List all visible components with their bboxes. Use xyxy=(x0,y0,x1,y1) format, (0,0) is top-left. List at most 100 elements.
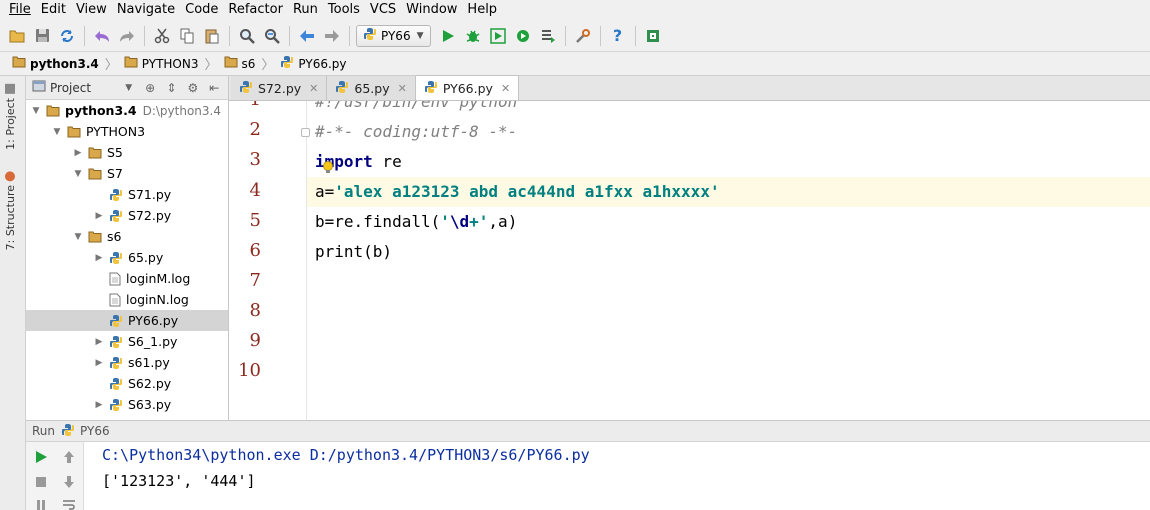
run-icon[interactable] xyxy=(437,25,459,47)
python-file-icon xyxy=(109,356,123,370)
menu-run[interactable]: Run xyxy=(288,0,323,20)
scroll-down-icon[interactable] xyxy=(60,473,78,491)
tree-item[interactable]: ▶ S63.py xyxy=(26,394,228,415)
close-icon[interactable]: ✕ xyxy=(309,82,318,95)
tree-item[interactable]: ▶ S5 xyxy=(26,142,228,163)
locate-target-icon[interactable]: ⊕ xyxy=(142,80,157,96)
menu-window[interactable]: Window xyxy=(401,0,462,20)
code-line-1: #!/usr/bin/env python xyxy=(315,101,518,111)
menu-edit[interactable]: Edit xyxy=(36,0,71,20)
collapsed-arrow-icon[interactable]: ▶ xyxy=(93,336,105,348)
expanded-arrow-icon[interactable]: ▼ xyxy=(30,105,42,117)
tree-item[interactable]: ▼ S7 xyxy=(26,163,228,184)
tree-item[interactable]: ▶ 65.py xyxy=(26,247,228,268)
concurrency-icon[interactable] xyxy=(537,25,559,47)
tree-item[interactable]: ▼ PYTHON3 xyxy=(26,121,228,142)
python-file-icon xyxy=(109,209,123,223)
expanded-arrow-icon[interactable]: ▼ xyxy=(72,168,84,180)
collapsed-arrow-icon[interactable]: ▶ xyxy=(93,399,105,411)
rerun-icon[interactable] xyxy=(32,448,50,466)
tab-structure-tool-window[interactable]: 7: Structure xyxy=(4,171,17,250)
expanded-arrow-icon[interactable]: ▼ xyxy=(51,126,63,138)
paste-icon[interactable] xyxy=(201,25,223,47)
line-number: 8 xyxy=(249,300,261,321)
structure-tool-icon xyxy=(5,171,16,181)
settings-icon[interactable] xyxy=(572,25,594,47)
cut-icon[interactable] xyxy=(151,25,173,47)
tree-item-label: S71.py xyxy=(128,187,172,202)
open-folder-icon[interactable] xyxy=(6,25,28,47)
expanded-arrow-icon[interactable]: ▼ xyxy=(72,231,84,243)
chevron-down-icon[interactable]: ▼ xyxy=(121,80,136,96)
tab-65-py[interactable]: 65.py ✕ xyxy=(327,76,416,100)
run-configuration-selector[interactable]: PY66 ▼ xyxy=(356,24,431,47)
collapsed-arrow-icon[interactable]: ▶ xyxy=(72,147,84,159)
tree-item[interactable]: ▶ s61.py xyxy=(26,352,228,373)
tree-item[interactable]: PY66.py xyxy=(26,310,228,331)
back-icon[interactable] xyxy=(296,25,318,47)
save-icon[interactable] xyxy=(31,25,53,47)
debug-icon[interactable] xyxy=(462,25,484,47)
tab-s72-py[interactable]: S72.py ✕ xyxy=(231,76,328,100)
tree-item[interactable]: ▼ python3.4 D:\python3.4 xyxy=(26,100,228,121)
copy-icon[interactable] xyxy=(176,25,198,47)
left-run-strip xyxy=(0,420,26,510)
collapsed-arrow-icon[interactable]: ▶ xyxy=(93,357,105,369)
sync-icon[interactable] xyxy=(56,25,78,47)
menu-help[interactable]: Help xyxy=(462,0,502,20)
tree-item-label: S62.py xyxy=(128,376,172,391)
run-configuration-label: PY66 xyxy=(381,28,411,43)
project-view-title[interactable]: Project xyxy=(50,81,91,95)
menu-refactor[interactable]: Refactor xyxy=(223,0,288,20)
tree-item[interactable]: ▶ S72.py xyxy=(26,205,228,226)
menu-navigate[interactable]: Navigate xyxy=(112,0,180,20)
menu-tools[interactable]: Tools xyxy=(323,0,365,20)
collapsed-arrow-icon[interactable]: ▶ xyxy=(93,210,105,222)
tree-item[interactable]: loginM.log xyxy=(26,268,228,289)
console-output-line: ['123123', '444'] xyxy=(102,472,256,490)
code-editor[interactable]: 1 2 3 4 5 6 7 8 9 10 #!/usr/bin/env pyth… xyxy=(229,101,1150,420)
tab-project-tool-window[interactable]: 1: Project xyxy=(4,84,17,150)
tree-item[interactable]: S71.py xyxy=(26,184,228,205)
tree-item[interactable]: ▼ s6 xyxy=(26,226,228,247)
python-file-icon xyxy=(109,335,123,349)
tree-item-label: python3.4 xyxy=(65,103,137,118)
hide-panel-icon[interactable]: ⇤ xyxy=(207,80,222,96)
help-icon[interactable]: ? xyxy=(607,25,629,47)
breadcrumb-item-s6[interactable]: s6 xyxy=(220,56,260,71)
collapsed-arrow-icon[interactable]: ▶ xyxy=(93,252,105,264)
profile-icon[interactable] xyxy=(512,25,534,47)
lightbulb-icon[interactable] xyxy=(322,161,334,175)
find-icon[interactable] xyxy=(236,25,258,47)
redo-icon[interactable] xyxy=(116,25,138,47)
tree-item[interactable]: S62.py xyxy=(26,373,228,394)
undo-icon[interactable] xyxy=(91,25,113,47)
tab-py66-py[interactable]: PY66.py ✕ xyxy=(415,75,520,100)
forward-icon[interactable] xyxy=(321,25,343,47)
sdk-icon[interactable] xyxy=(642,25,664,47)
run-coverage-icon[interactable] xyxy=(487,25,509,47)
breadcrumb-item-py66[interactable]: PY66.py xyxy=(276,55,350,72)
menu-view[interactable]: View xyxy=(71,0,112,20)
close-icon[interactable]: ✕ xyxy=(501,82,510,95)
tree-item[interactable]: loginN.log xyxy=(26,289,228,310)
fold-marker[interactable] xyxy=(301,128,310,137)
replace-icon[interactable] xyxy=(261,25,283,47)
toolbar-separator xyxy=(599,25,601,46)
collapse-all-icon[interactable]: ⇕ xyxy=(164,80,179,96)
pause-icon[interactable] xyxy=(32,496,50,510)
close-icon[interactable]: ✕ xyxy=(398,82,407,95)
menu-vcs[interactable]: VCS xyxy=(365,0,401,20)
stop-icon[interactable] xyxy=(32,473,50,491)
tree-item-path: D:\python3.4 xyxy=(142,103,221,118)
breadcrumb-item-python3-4[interactable]: python3.4 xyxy=(8,56,103,71)
gear-icon[interactable]: ⚙ xyxy=(185,80,200,96)
breadcrumb-item-python3[interactable]: PYTHON3 xyxy=(120,56,203,71)
menu-file[interactable]: File xyxy=(4,0,36,20)
run-config-name: PY66 xyxy=(80,424,110,438)
soft-wrap-icon[interactable] xyxy=(60,496,78,510)
tree-item[interactable]: ▶ S6_1.py xyxy=(26,331,228,352)
menu-code[interactable]: Code xyxy=(180,0,223,20)
scroll-up-icon[interactable] xyxy=(60,448,78,466)
tab-label: 65.py xyxy=(354,80,390,96)
